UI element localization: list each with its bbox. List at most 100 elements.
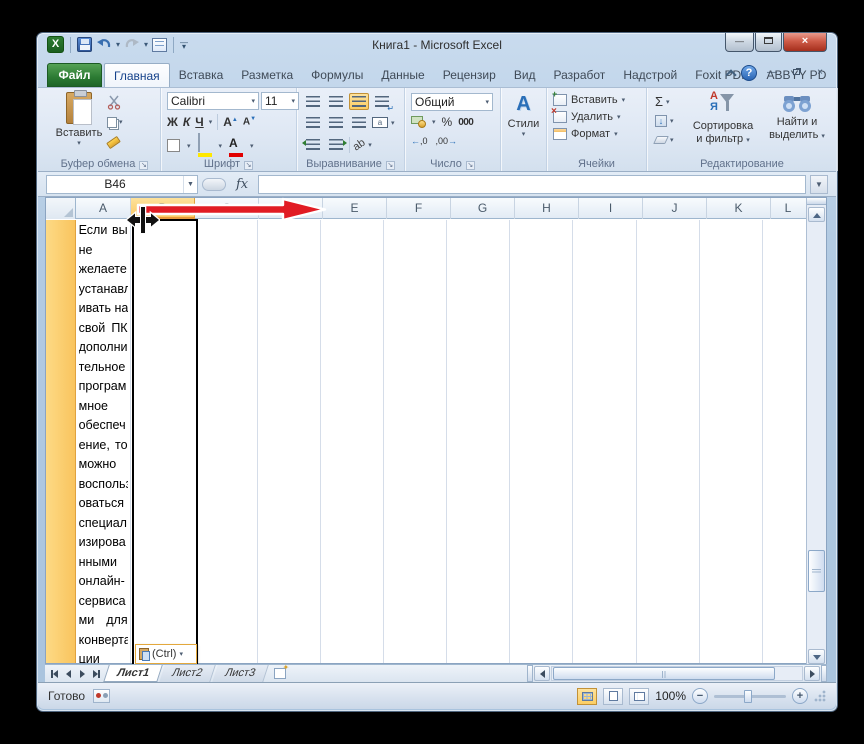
increase-decimal-button[interactable]: ←,0	[411, 136, 428, 146]
accounting-format-icon[interactable]	[411, 116, 426, 128]
grid-column[interactable]	[384, 220, 447, 663]
zoom-in-button[interactable]: +	[792, 688, 808, 704]
shrink-font-button[interactable]: А▼	[243, 116, 256, 127]
merge-center-button[interactable]: a	[372, 117, 388, 128]
dialog-launcher-icon[interactable]: ↘	[139, 161, 148, 170]
horizontal-scroll-thumb[interactable]	[553, 667, 775, 680]
horizontal-scrollbar[interactable]	[551, 666, 803, 681]
fill-button[interactable]: ↓▾	[655, 113, 674, 128]
minimize-ribbon-icon[interactable]	[725, 69, 736, 80]
ribbon-tab[interactable]: Главная	[104, 63, 170, 87]
minimize-button[interactable]: —	[725, 33, 754, 52]
expand-formula-bar-icon[interactable]: ▼	[810, 175, 828, 194]
decrease-decimal-button[interactable]: ,00→	[436, 136, 458, 146]
borders-icon[interactable]	[167, 139, 180, 152]
font-name-combo[interactable]: Calibri▾	[167, 92, 259, 110]
ribbon-tab[interactable]: Формулы	[302, 63, 372, 87]
workbook-close-button[interactable]: ×	[811, 66, 829, 81]
close-button[interactable]: ×	[783, 33, 827, 52]
borders-dropdown[interactable]: ▾	[187, 142, 191, 150]
column-header[interactable]: K	[707, 198, 771, 219]
grid-column[interactable]	[447, 220, 510, 663]
cell-styles-button[interactable]: А Стили ▾	[501, 93, 546, 138]
underline-dropdown[interactable]: ▾	[209, 118, 213, 126]
autosum-button[interactable]: Σ▾	[655, 94, 674, 109]
bold-button[interactable]: Ж	[167, 115, 178, 129]
dialog-launcher-icon[interactable]: ↘	[386, 161, 395, 170]
percent-style-button[interactable]: %	[442, 115, 453, 129]
column-header[interactable]: L	[771, 198, 805, 219]
scroll-left-button[interactable]	[534, 666, 550, 681]
fill-color-button[interactable]	[198, 134, 212, 157]
row-headers-selected[interactable]	[46, 220, 76, 663]
grow-font-button[interactable]: А▲	[223, 115, 238, 129]
orientation-dropdown[interactable]: ▾	[368, 141, 372, 149]
comma-style-button[interactable]: 000	[458, 117, 473, 128]
number-format-combo[interactable]: Общий▾	[411, 93, 493, 111]
name-box[interactable]: B46 ▼	[46, 175, 198, 194]
find-select-button[interactable]: Найти ивыделить ▾	[761, 92, 833, 143]
align-middle-button[interactable]	[326, 93, 346, 110]
ribbon-tab[interactable]: Рецензир	[434, 63, 505, 87]
grid-column[interactable]	[258, 220, 321, 663]
paste-dropdown[interactable]: ▾	[55, 139, 103, 147]
maximize-button[interactable]	[755, 33, 782, 52]
insert-cells-button[interactable]: Вставить▾	[553, 94, 625, 106]
grid-column[interactable]	[321, 220, 384, 663]
ribbon-tab[interactable]: Данные	[372, 63, 433, 87]
column-header[interactable]: A	[76, 198, 131, 219]
align-left-button[interactable]	[303, 114, 323, 131]
zoom-out-button[interactable]: −	[692, 688, 708, 704]
formula-input[interactable]	[258, 175, 806, 194]
font-size-combo[interactable]: 11▾	[261, 92, 299, 110]
underline-button[interactable]: Ч	[195, 115, 203, 129]
scroll-down-button[interactable]	[808, 649, 825, 664]
macro-record-icon[interactable]	[93, 689, 110, 703]
grid-column[interactable]	[195, 220, 258, 663]
ribbon-tab[interactable]: Вид	[505, 63, 545, 87]
scroll-up-button[interactable]	[808, 207, 825, 222]
column-header[interactable]: J	[643, 198, 707, 219]
grid-column[interactable]	[573, 220, 636, 663]
name-box-dropdown[interactable]: ▼	[183, 176, 197, 193]
last-sheet-button[interactable]	[90, 667, 103, 681]
zoom-level[interactable]: 100%	[655, 689, 686, 703]
normal-view-button[interactable]	[577, 688, 597, 705]
accounting-dropdown[interactable]: ▾	[432, 118, 436, 126]
page-break-view-button[interactable]	[629, 688, 649, 705]
merge-dropdown[interactable]: ▾	[391, 119, 395, 127]
vertical-scrollbar[interactable]	[806, 198, 826, 665]
zoom-slider[interactable]	[714, 695, 786, 698]
insert-worksheet-button[interactable]	[268, 665, 292, 682]
delete-cells-button[interactable]: Удалить▾	[553, 111, 625, 123]
dialog-launcher-icon[interactable]: ↘	[244, 161, 253, 170]
copy-button[interactable]: ▾	[107, 114, 123, 130]
increase-indent-button[interactable]	[326, 136, 346, 153]
insert-function-button[interactable]: fx	[230, 177, 254, 192]
column-header[interactable]: I	[579, 198, 643, 219]
previous-sheet-button[interactable]	[62, 667, 75, 681]
font-color-dropdown[interactable]: ▾	[250, 142, 254, 150]
ribbon-tab[interactable]: Вставка	[170, 63, 233, 87]
align-top-button[interactable]	[303, 93, 323, 110]
column-header[interactable]: E	[323, 198, 387, 219]
select-all-corner[interactable]	[46, 198, 76, 219]
zoom-slider-thumb[interactable]	[744, 690, 752, 703]
file-tab[interactable]: Файл	[47, 63, 102, 87]
grid-column[interactable]	[700, 220, 763, 663]
column-header[interactable]: G	[451, 198, 515, 219]
sheet-tab[interactable]: Лист3	[212, 665, 269, 682]
window-resize-grip[interactable]	[814, 690, 826, 702]
decrease-indent-button[interactable]	[303, 136, 323, 153]
sort-filter-button[interactable]: А Я Сортировкаи фильтр ▾	[687, 92, 759, 147]
ribbon-tab[interactable]: Надстрой	[614, 63, 686, 87]
format-cells-button[interactable]: Формат▾	[553, 128, 625, 140]
paste-options-button[interactable]: (Ctrl) ▾	[135, 644, 197, 664]
wrap-text-button[interactable]	[372, 93, 392, 110]
workbook-restore-button[interactable]	[787, 66, 805, 81]
scroll-right-button[interactable]	[804, 666, 820, 681]
orientation-button[interactable]: ab	[351, 136, 368, 153]
align-right-button[interactable]	[349, 114, 369, 131]
font-color-button[interactable]: А	[229, 134, 243, 157]
tab-split-handle[interactable]	[527, 665, 533, 682]
